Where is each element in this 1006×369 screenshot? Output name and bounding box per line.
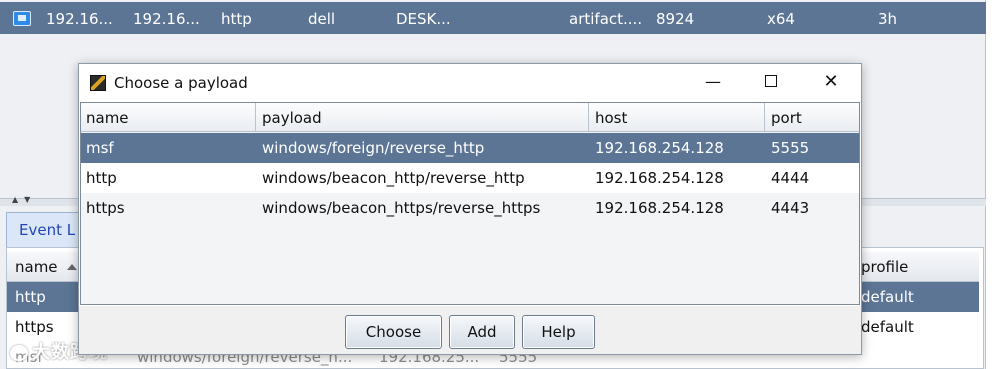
column-profile-header[interactable]: profile <box>861 258 908 276</box>
dialog-button-bar: Choose Add Help <box>79 306 861 354</box>
help-button[interactable]: Help <box>522 315 595 349</box>
session-process: artifact.... <box>569 10 643 28</box>
window-edge <box>986 0 1006 369</box>
row-profile: default <box>861 288 914 306</box>
row-host: 192.168.254.128 <box>595 169 724 187</box>
session-listener: http <box>221 10 252 28</box>
row-payload: windows/foreign/reverse_http <box>262 139 485 157</box>
windows-icon <box>13 11 31 26</box>
row-name: http <box>86 169 117 187</box>
session-computer: DESK... <box>396 10 451 28</box>
row-name: https <box>15 318 54 336</box>
row-host: 192.168.254.128 <box>595 139 724 157</box>
session-last: 3h <box>878 10 898 28</box>
row-name: msf <box>86 139 114 157</box>
column-name-header[interactable]: name <box>15 258 58 276</box>
payload-table-header: name payload host port <box>81 103 859 132</box>
app-icon <box>90 75 106 91</box>
row-name: http <box>15 288 46 306</box>
dialog-title: Choose a payload <box>114 74 248 92</box>
minimize-button[interactable]: — <box>685 64 741 102</box>
row-name: https <box>86 199 125 217</box>
payload-row-https[interactable]: https windows/beacon_https/reverse_https… <box>81 193 859 223</box>
row-profile: default <box>861 318 914 336</box>
column-host-header[interactable]: host <box>595 109 627 127</box>
row-port: 4444 <box>771 169 810 187</box>
choose-payload-dialog: Choose a payload — ✕ name payload host p… <box>78 63 862 355</box>
session-row[interactable]: 192.16... 192.16... http dell DESK... ar… <box>0 2 986 34</box>
maximize-button[interactable] <box>743 64 799 102</box>
close-button[interactable]: ✕ <box>803 64 859 102</box>
column-port-header[interactable]: port <box>771 109 802 127</box>
dialog-titlebar[interactable]: Choose a payload — ✕ <box>79 64 861 102</box>
close-icon: ✕ <box>823 71 839 92</box>
session-internal-ip: 192.16... <box>133 10 200 28</box>
row-port: 5555 <box>771 139 810 157</box>
column-payload-header[interactable]: payload <box>262 109 322 127</box>
session-user: dell <box>308 10 336 28</box>
choose-button[interactable]: Choose <box>345 315 442 349</box>
column-name-header[interactable]: name <box>86 109 129 127</box>
session-external-ip: 192.16... <box>46 10 113 28</box>
sort-ascending-icon <box>67 264 77 270</box>
payload-row-http[interactable]: http windows/beacon_http/reverse_http 19… <box>81 163 859 193</box>
row-host: 192.168.254.128 <box>595 199 724 217</box>
maximize-icon <box>765 75 777 87</box>
row-payload: windows/beacon_http/reverse_http <box>262 169 525 187</box>
minimize-icon: — <box>705 72 721 91</box>
row-payload: windows/beacon_https/reverse_https <box>262 199 541 217</box>
payload-table: name payload host port msf windows/forei… <box>80 102 860 305</box>
watermark-logo-icon <box>10 345 28 361</box>
row-port: 4443 <box>771 199 810 217</box>
payload-row-msf[interactable]: msf windows/foreign/reverse_http 192.168… <box>81 133 859 163</box>
session-arch: x64 <box>767 10 795 28</box>
column-divider[interactable] <box>588 103 589 132</box>
column-divider[interactable] <box>255 103 256 132</box>
session-pid: 8924 <box>656 10 695 28</box>
add-button[interactable]: Add <box>449 315 515 349</box>
column-divider[interactable] <box>764 103 765 132</box>
split-arrows-icon[interactable]: ▲▼ <box>12 195 36 204</box>
